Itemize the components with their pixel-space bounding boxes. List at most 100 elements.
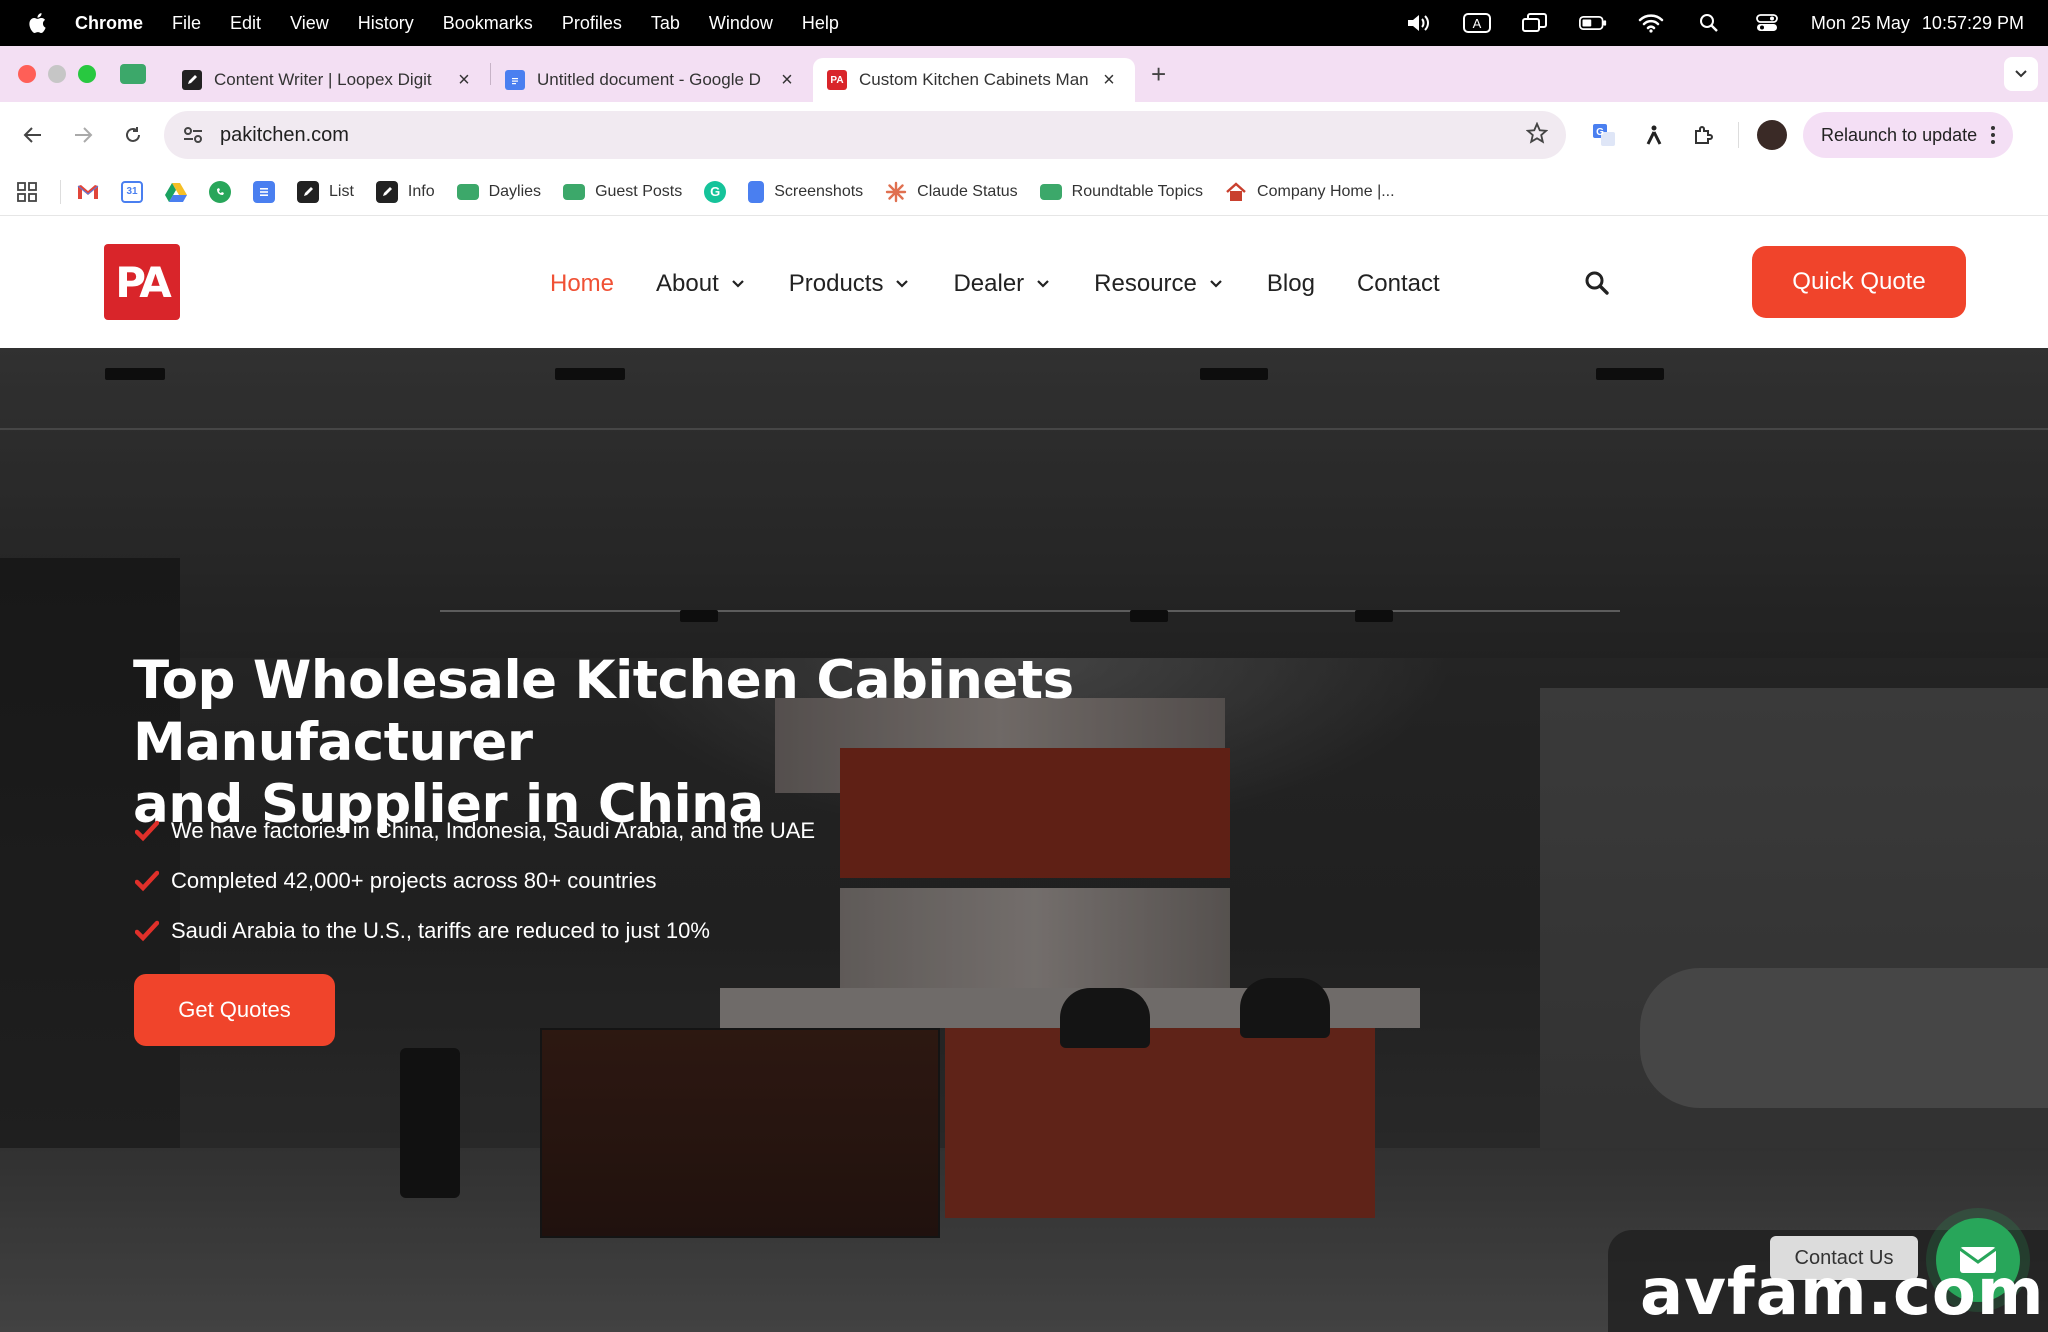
tab-custom-kitchen-cabinets[interactable]: PA Custom Kitchen Cabinets Man × [813,58,1135,102]
url-text[interactable]: pakitchen.com [220,124,1526,147]
bookmark-label: Guest Posts [595,182,683,200]
bookmark-roundtable-topics[interactable]: Roundtable Topics [1039,182,1204,201]
folder-icon [456,183,479,200]
site-search-icon[interactable] [1584,270,1612,298]
bookmark-drive[interactable] [165,181,187,203]
main-navigation: Home About Products Dealer Resource Blog… [550,270,1482,298]
bookmark-company-home[interactable]: Company Home |... [1225,181,1395,203]
bookmark-label: Roundtable Topics [1071,182,1204,200]
hero-bullet: We have factories in China, Indonesia, S… [133,806,815,856]
forward-button[interactable] [58,115,108,155]
control-center-icon[interactable] [1753,12,1781,34]
clock-time: 10:57:29 PM [1921,12,2024,33]
arrow-left-icon [23,127,41,143]
browser-tab-strip: Content Writer | Loopex Digit × Untitled… [0,46,2048,102]
menu-app-name[interactable]: Chrome [75,13,143,34]
bullet-text: Saudi Arabia to the U.S., tariffs are re… [171,918,710,943]
nav-item-products[interactable]: Products [789,270,912,298]
extensions-puzzle-icon[interactable] [1688,119,1720,151]
nav-item-resource[interactable]: Resource [1094,270,1225,298]
macos-menu-bar: Chrome File Edit View History Bookmarks … [0,0,2048,46]
tab-close-icon[interactable]: × [452,69,476,92]
chevron-down-icon [2015,70,2027,78]
quick-quote-button[interactable]: Quick Quote [1752,246,1966,318]
tab-close-icon[interactable]: × [775,69,799,92]
bookmark-gmail[interactable] [77,181,99,203]
battery-icon[interactable] [1578,12,1607,34]
hero-title-line: Top Wholesale Kitchen Cabinets Manufactu… [133,650,1074,773]
bookmark-daylies[interactable]: Daylies [456,183,541,201]
close-window-button[interactable] [18,65,36,83]
apps-grid-icon [16,181,38,203]
bookmark-star-icon[interactable] [1525,121,1549,149]
bookmark-label: List [329,182,354,200]
minimize-window-button[interactable] [48,65,66,83]
tab-untitled-document[interactable]: Untitled document - Google D × [491,58,813,102]
bookmark-claude-status[interactable]: Claude Status [885,181,1018,203]
reload-icon [126,127,140,142]
menu-file[interactable]: File [172,13,201,34]
maximize-window-button[interactable] [78,65,96,83]
grammarly-icon: G [704,180,727,203]
bookmark-calendar[interactable]: 31 [121,180,143,203]
bookmark-forms[interactable] [253,180,275,203]
nav-item-home[interactable]: Home [550,270,614,298]
apple-icon[interactable] [27,12,57,34]
menu-edit[interactable]: Edit [230,13,261,34]
bookmark-guest-posts[interactable]: Guest Posts [563,183,682,201]
menu-view[interactable]: View [290,13,329,34]
chevron-down-icon [1036,276,1052,292]
bookmark-info[interactable]: Info [375,180,435,203]
bookmark-grammarly[interactable]: G [704,180,727,203]
address-bar[interactable]: pakitchen.com [164,111,1566,159]
menu-help[interactable]: Help [802,13,839,34]
get-quotes-button[interactable]: Get Quotes [134,974,335,1046]
back-button[interactable] [8,115,58,155]
folder-icon [1039,183,1062,200]
new-tab-button[interactable]: + [1151,59,1166,90]
extensions-area: G [1588,119,1787,151]
site-header: PA Home About Products Dealer Resource B… [0,216,2048,348]
reload-button[interactable] [108,115,158,155]
google-translate-icon[interactable]: G [1588,119,1620,151]
site-logo[interactable]: PA [104,244,180,320]
menu-window[interactable]: Window [709,13,773,34]
menu-bar-clock[interactable]: Mon 25 May 10:57:29 PM [1811,13,2024,34]
nav-item-dealer[interactable]: Dealer [953,270,1052,298]
accessibility-extension-icon[interactable] [1638,119,1670,151]
site-info-icon[interactable] [182,125,206,145]
nav-item-about[interactable]: About [656,270,747,298]
claude-icon [885,181,907,203]
pen-icon [375,180,398,203]
bookmark-whatsapp[interactable] [209,180,231,203]
home-icon [1225,181,1247,203]
whatsapp-icon [209,180,231,203]
menu-history[interactable]: History [358,13,414,34]
bookmark-list[interactable]: List [297,180,354,203]
wifi-icon[interactable] [1637,12,1665,34]
chevron-down-icon [895,276,911,292]
watermark-text: avfam.com [1640,1256,2045,1330]
tab-close-icon[interactable]: × [1097,69,1121,92]
nav-item-blog[interactable]: Blog [1267,270,1315,298]
tab-content-writer[interactable]: Content Writer | Loopex Digit × [168,58,490,102]
apps-grid-button[interactable] [16,181,38,203]
spotlight-search-icon[interactable] [1695,12,1723,34]
relaunch-to-update-button[interactable]: Relaunch to update [1803,112,2014,158]
bookmark-label: Company Home |... [1257,182,1395,200]
relaunch-label: Relaunch to update [1821,124,1978,145]
menu-tab[interactable]: Tab [651,13,680,34]
tab-search-button[interactable] [2004,57,2038,91]
menu-bookmarks[interactable]: Bookmarks [443,13,533,34]
nav-item-contact[interactable]: Contact [1357,270,1440,298]
input-source-icon[interactable]: A [1462,12,1491,34]
bookmark-screenshots[interactable]: Screenshots [748,180,863,203]
more-vert-icon [1991,126,1996,144]
screen-mirroring-icon[interactable] [1521,12,1549,34]
menu-profiles[interactable]: Profiles [562,13,622,34]
volume-icon[interactable] [1405,12,1433,34]
profile-avatar[interactable] [1757,120,1787,150]
tab-group-icon[interactable] [120,64,146,84]
hero-bullet: Completed 42,000+ projects across 80+ co… [133,856,815,906]
bullet-text: We have factories in China, Indonesia, S… [171,818,816,843]
